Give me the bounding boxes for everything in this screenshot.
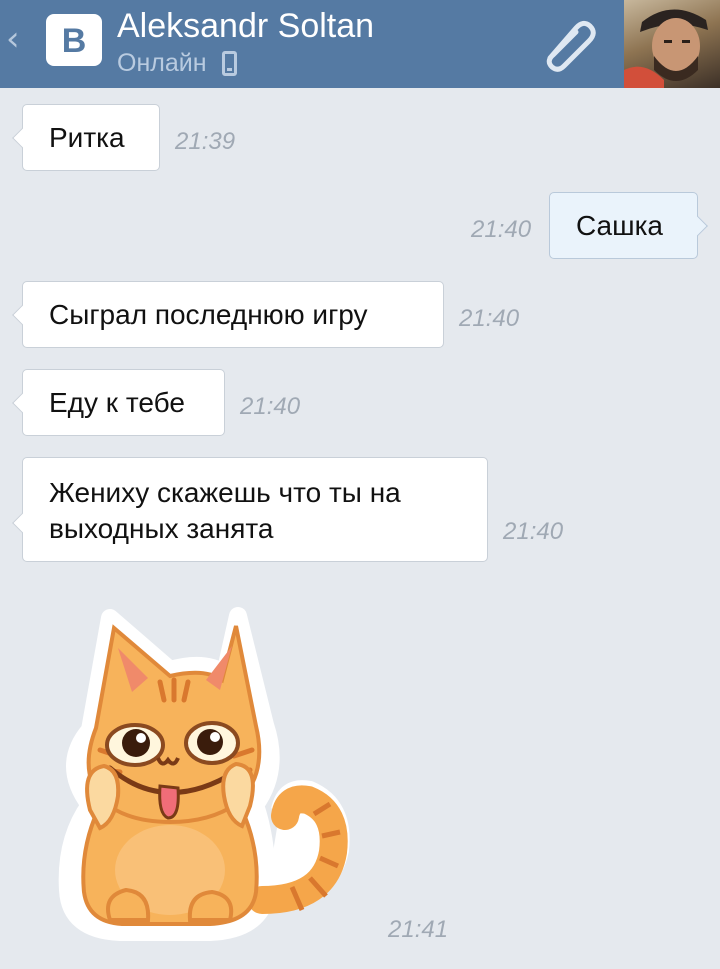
chevron-left-icon[interactable]: ‹ [6, 22, 20, 56]
vk-logo[interactable]: В [46, 14, 102, 66]
message-text-line: Жениху скажешь что ты на [49, 477, 401, 508]
message-time: 21:40 [503, 518, 564, 545]
message-time: 21:40 [459, 305, 520, 332]
message-bubble[interactable]: Ритка [12, 104, 160, 171]
orange-cat-sticker[interactable] [40, 600, 360, 945]
message-bubble[interactable]: Сашка [549, 192, 708, 259]
message-bubble[interactable]: Жениху скажешь что ты на выходных занята [12, 457, 488, 562]
bubble-tail [12, 513, 32, 533]
contact-name[interactable]: Aleksandr Soltan [117, 6, 374, 46]
message-bubble[interactable]: Сыграл последнюю игру [12, 281, 444, 348]
mobile-phone-icon [222, 51, 237, 76]
paperclip-icon[interactable] [536, 14, 602, 74]
message-text: Ритка [49, 122, 125, 153]
message-text: Еду к тебе [49, 387, 185, 418]
contact-status: Онлайн [117, 49, 207, 77]
message-time: 21:39 [175, 128, 236, 155]
message-time: 21:41 [388, 916, 449, 943]
bubble-tail [688, 216, 708, 236]
message-text-line: выходных занята [49, 513, 274, 544]
message-time: 21:40 [471, 216, 532, 243]
bubble-tail [12, 305, 32, 325]
message-time: 21:40 [240, 393, 301, 420]
message-bubble[interactable]: Еду к тебе [12, 369, 225, 436]
bubble-tail [12, 393, 32, 413]
message-text: Сашка [576, 210, 664, 241]
avatar[interactable] [624, 0, 720, 88]
bubble-tail [12, 128, 32, 148]
user-avatar [624, 9, 708, 88]
chat-header: ‹ В Aleksandr Soltan Онлайн [0, 0, 720, 88]
message-text: Сыграл последнюю игру [49, 299, 368, 330]
